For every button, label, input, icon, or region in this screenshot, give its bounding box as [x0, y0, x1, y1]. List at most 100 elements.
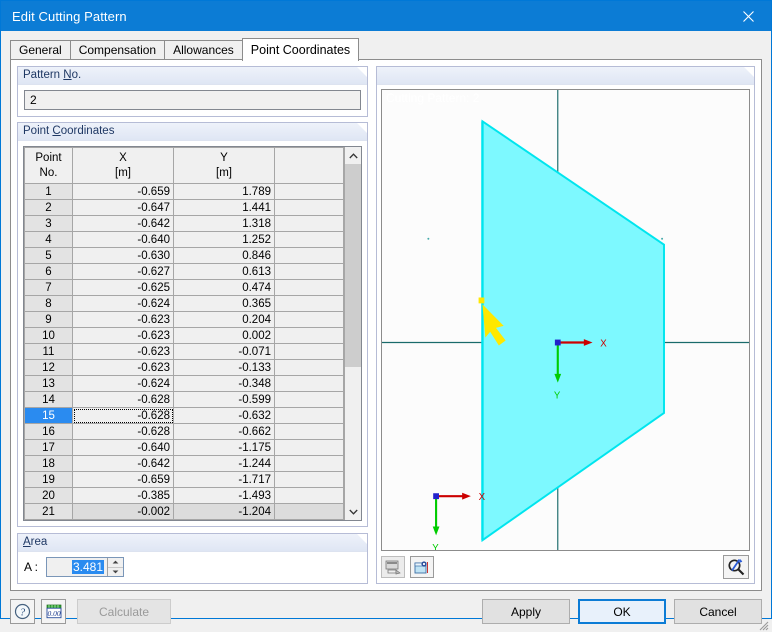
scrollbar-up-button[interactable]	[345, 147, 361, 164]
cell-y[interactable]: -1.717	[173, 471, 275, 488]
cell-x[interactable]: -0.640	[72, 439, 174, 456]
cell-extra[interactable]	[274, 343, 344, 360]
table-row[interactable]: 20 -0.385 -1.493	[24, 487, 344, 504]
cell-extra[interactable]	[274, 311, 344, 328]
cancel-button[interactable]: Cancel	[674, 599, 762, 624]
close-button[interactable]	[725, 1, 771, 31]
cell-point-no[interactable]: 11	[24, 343, 73, 360]
cell-extra[interactable]	[274, 231, 344, 248]
cell-y[interactable]: -0.348	[173, 375, 275, 392]
scrollbar-thumb[interactable]	[345, 164, 361, 368]
cell-y[interactable]: -0.662	[173, 423, 275, 440]
table-row[interactable]: 7 -0.625 0.474	[24, 279, 344, 296]
units-button[interactable]: 0.00	[41, 599, 66, 624]
cell-y[interactable]: 0.613	[173, 263, 275, 280]
cell-extra[interactable]	[274, 327, 344, 344]
cell-point-no[interactable]: 12	[24, 359, 73, 376]
cell-y[interactable]: -0.071	[173, 343, 275, 360]
cell-y[interactable]: 0.002	[173, 327, 275, 344]
cell-point-no[interactable]: 17	[24, 439, 73, 456]
cell-y[interactable]: -0.632	[173, 407, 275, 424]
table-row[interactable]: 13 -0.624 -0.348	[24, 375, 344, 392]
tab-compensation[interactable]: Compensation	[69, 40, 166, 59]
cell-point-no[interactable]: 1	[24, 183, 73, 200]
coordinates-scrollbar[interactable]	[344, 147, 361, 520]
table-row[interactable]: 15 -0.628 -0.632	[24, 407, 344, 424]
cell-x[interactable]: -0.628	[72, 391, 174, 408]
area-spinner[interactable]: 3.481	[46, 557, 124, 577]
cell-point-no[interactable]: 13	[24, 375, 73, 392]
cell-extra[interactable]	[274, 279, 344, 296]
table-row[interactable]: 10 -0.623 0.002	[24, 327, 344, 344]
cell-point-no[interactable]: 7	[24, 279, 73, 296]
table-row[interactable]: 1 -0.659 1.789	[24, 183, 344, 200]
cell-y[interactable]: 0.846	[173, 247, 275, 264]
area-spinner-down[interactable]	[108, 568, 123, 577]
ok-button[interactable]: OK	[578, 599, 666, 624]
area-spinner-arrows[interactable]	[107, 558, 123, 576]
cell-x[interactable]: -0.628	[72, 407, 174, 424]
cell-x[interactable]: -0.625	[72, 279, 174, 296]
cell-point-no[interactable]: 6	[24, 263, 73, 280]
cell-extra[interactable]	[274, 423, 344, 440]
table-row[interactable]: 3 -0.642 1.318	[24, 215, 344, 232]
cell-x[interactable]: -0.642	[72, 455, 174, 472]
cell-y[interactable]: -0.599	[173, 391, 275, 408]
cell-y[interactable]: -0.133	[173, 359, 275, 376]
area-spinner-up[interactable]	[108, 558, 123, 568]
scrollbar-track[interactable]	[345, 164, 361, 503]
cell-y[interactable]: -1.175	[173, 439, 275, 456]
tab-point-coordinates[interactable]: Point Coordinates	[241, 38, 360, 61]
cell-point-no[interactable]: 16	[24, 423, 73, 440]
calculate-button[interactable]: Calculate	[77, 599, 171, 624]
cell-x[interactable]: -0.623	[72, 311, 174, 328]
scrollbar-down-button[interactable]	[345, 503, 361, 520]
table-row[interactable]: 14 -0.628 -0.599	[24, 391, 344, 408]
cell-x[interactable]: -0.624	[72, 295, 174, 312]
cell-y[interactable]: 0.204	[173, 311, 275, 328]
table-row[interactable]: 16 -0.628 -0.662	[24, 423, 344, 440]
cell-extra[interactable]	[274, 199, 344, 216]
cell-y[interactable]: -1.493	[173, 487, 275, 504]
cell-x[interactable]: -0.627	[72, 263, 174, 280]
cell-point-no[interactable]: 15	[24, 407, 73, 424]
table-row[interactable]: 8 -0.624 0.365	[24, 295, 344, 312]
cell-extra[interactable]	[274, 295, 344, 312]
cell-point-no[interactable]: 3	[24, 215, 73, 232]
cell-point-no[interactable]: 21	[24, 503, 73, 520]
cell-extra[interactable]	[274, 263, 344, 280]
table-row[interactable]: 18 -0.642 -1.244	[24, 455, 344, 472]
table-row[interactable]: 9 -0.623 0.204	[24, 311, 344, 328]
cell-x[interactable]: -0.623	[72, 327, 174, 344]
cell-extra[interactable]	[274, 503, 344, 520]
cell-extra[interactable]	[274, 183, 344, 200]
cell-y[interactable]: 1.789	[173, 183, 275, 200]
cell-point-no[interactable]: 18	[24, 455, 73, 472]
cell-y[interactable]: 1.252	[173, 231, 275, 248]
cell-extra[interactable]	[274, 215, 344, 232]
table-row[interactable]: 4 -0.640 1.252	[24, 231, 344, 248]
cell-y[interactable]: 0.474	[173, 279, 275, 296]
cell-extra[interactable]	[274, 247, 344, 264]
cell-x[interactable]: -0.640	[72, 231, 174, 248]
table-row[interactable]: 5 -0.630 0.846	[24, 247, 344, 264]
cell-point-no[interactable]: 8	[24, 295, 73, 312]
cell-extra[interactable]	[274, 471, 344, 488]
area-value[interactable]: 3.481	[47, 558, 107, 576]
cell-extra[interactable]	[274, 391, 344, 408]
cell-x[interactable]: -0.623	[72, 343, 174, 360]
table-row[interactable]: 6 -0.627 0.613	[24, 263, 344, 280]
tab-general[interactable]: General	[10, 40, 71, 59]
help-button[interactable]: ?	[10, 599, 35, 624]
cell-extra[interactable]	[274, 455, 344, 472]
cell-x[interactable]: -0.647	[72, 199, 174, 216]
cell-point-no[interactable]: 14	[24, 391, 73, 408]
table-row[interactable]: 19 -0.659 -1.717	[24, 471, 344, 488]
cell-extra[interactable]	[274, 487, 344, 504]
cell-point-no[interactable]: 4	[24, 231, 73, 248]
view-settings-button[interactable]	[410, 556, 434, 578]
table-row[interactable]: 2 -0.647 1.441	[24, 199, 344, 216]
cell-point-no[interactable]: 9	[24, 311, 73, 328]
cell-x[interactable]: -0.659	[72, 471, 174, 488]
cell-point-no[interactable]: 20	[24, 487, 73, 504]
